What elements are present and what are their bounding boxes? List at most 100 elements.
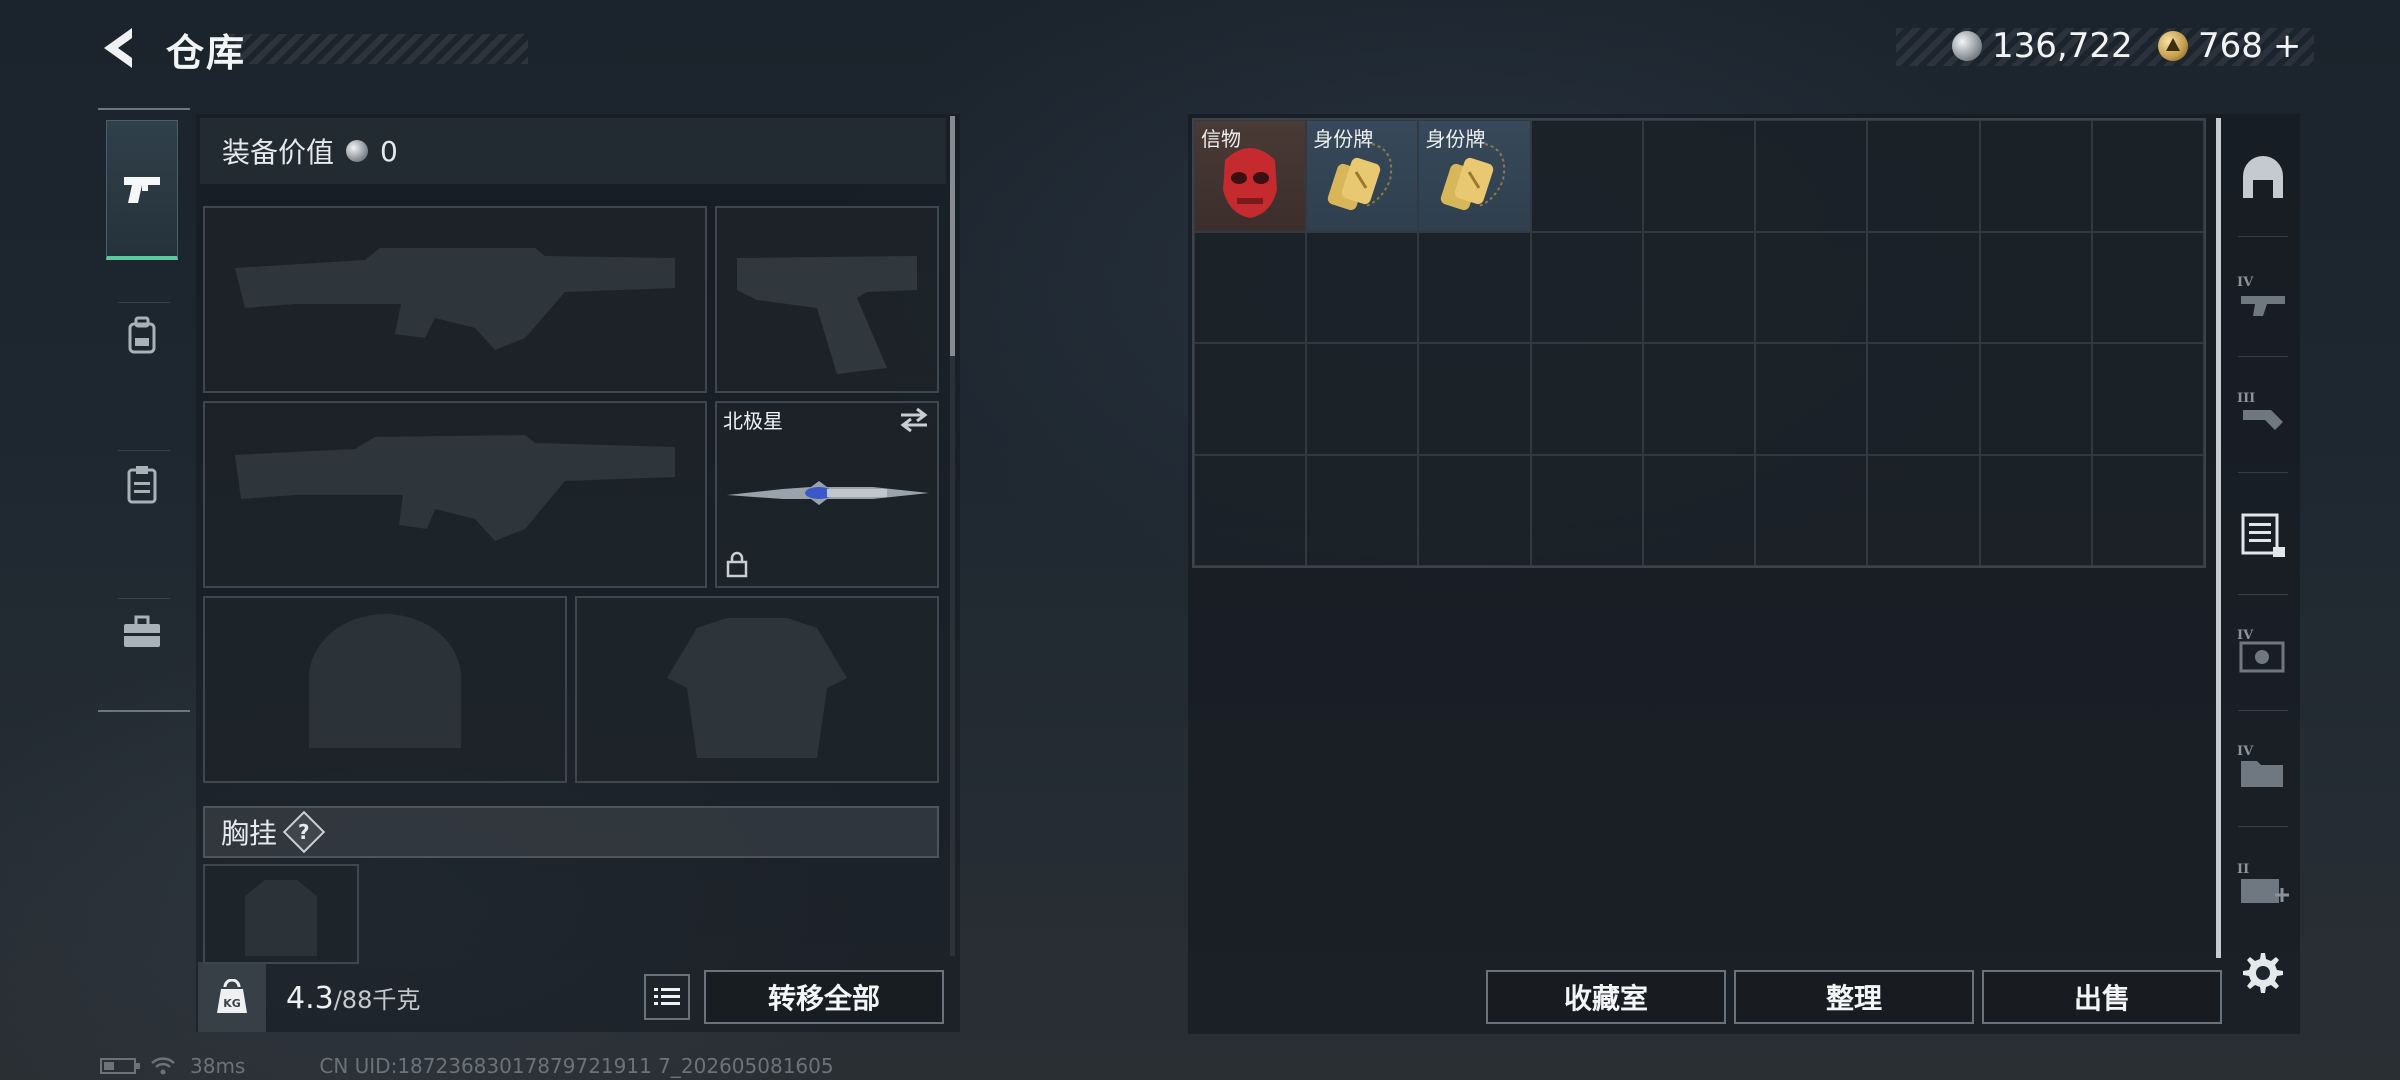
primary-weapon-slot[interactable] <box>203 206 707 393</box>
gun-rack-iv-icon: IV <box>2237 275 2285 316</box>
storage-cell[interactable] <box>2091 120 2204 232</box>
storage-cell[interactable] <box>1755 231 1868 343</box>
storage-cell[interactable] <box>1306 231 1419 343</box>
storage-cell[interactable] <box>1530 231 1643 343</box>
svg-text:IV: IV <box>2237 628 2254 643</box>
gold-coin-icon <box>2158 31 2188 61</box>
folder-iv-icon: IV <box>2237 744 2283 787</box>
storage-item[interactable]: 身份牌 <box>1418 120 1531 232</box>
storage-grid: 信物 身份牌 身份牌 <box>1192 118 2206 568</box>
rail-divider <box>2238 826 2288 827</box>
storage-cell[interactable] <box>1194 231 1307 343</box>
settings-button[interactable] <box>2234 944 2292 1002</box>
storage-cell[interactable] <box>1418 343 1531 455</box>
storage-cell[interactable] <box>1530 120 1643 232</box>
help-icon[interactable]: ? <box>282 810 326 854</box>
storage-cell[interactable] <box>1306 343 1419 455</box>
storage-cell[interactable] <box>1306 454 1419 566</box>
category-tab-tools[interactable]: III <box>2234 384 2292 442</box>
list-view-button[interactable] <box>644 974 690 1020</box>
silver-coin-icon <box>346 140 369 162</box>
category-tab-documents[interactable] <box>2234 506 2292 564</box>
carry-weight: 4.3/88千克 <box>286 980 420 1016</box>
helmet-slot[interactable] <box>203 596 567 783</box>
secondary-weapon-slot[interactable] <box>203 401 707 588</box>
storage-cell[interactable] <box>1530 454 1643 566</box>
sort-button[interactable]: 整理 <box>1734 970 1974 1024</box>
tab-backpack[interactable] <box>106 266 178 406</box>
svg-text:IV: IV <box>2237 744 2254 759</box>
swap-icon[interactable] <box>899 407 929 437</box>
storage-cell[interactable] <box>1642 454 1756 566</box>
svg-text:III: III <box>2237 391 2255 406</box>
storage-cell[interactable] <box>2091 231 2204 343</box>
storage-cell[interactable] <box>1642 343 1756 455</box>
storage-cell[interactable] <box>1194 454 1307 566</box>
category-tab-medical[interactable]: II <box>2234 856 2292 914</box>
tab-weapons[interactable] <box>106 120 178 260</box>
storage-cell[interactable] <box>1867 454 1980 566</box>
sell-button[interactable]: 出售 <box>1982 970 2222 1024</box>
weight-value: 4.3 <box>286 981 334 1016</box>
storage-cell[interactable] <box>2091 454 2204 566</box>
storage-scrollbar[interactable] <box>2216 118 2221 958</box>
hand-tool-iii-icon: III <box>2237 391 2283 430</box>
category-tab-workshop[interactable]: IV <box>2234 622 2292 680</box>
gear-icon <box>2243 953 2283 993</box>
storage-cell[interactable] <box>1979 343 2092 455</box>
gear-workshop-iv-icon: IV <box>2237 628 2285 673</box>
gold-amount: 768 <box>2198 26 2263 66</box>
add-currency-icon[interactable]: + <box>2273 26 2302 66</box>
storage-item[interactable]: 身份牌 <box>1306 120 1419 232</box>
storage-cell[interactable] <box>1979 454 2092 566</box>
back-arrow-icon <box>104 28 132 68</box>
armor-slot[interactable] <box>575 596 939 783</box>
transfer-all-button[interactable]: 转移全部 <box>704 970 944 1024</box>
back-button[interactable] <box>96 24 142 72</box>
equipment-tab-rail <box>98 108 190 712</box>
red-skull-mask-icon <box>1215 140 1285 224</box>
storage-cell[interactable] <box>1867 343 1980 455</box>
storage-cell[interactable] <box>1755 454 1868 566</box>
storage-cell[interactable] <box>1867 231 1980 343</box>
tab-clipboard[interactable] <box>106 414 178 554</box>
weight-capacity: /88千克 <box>333 986 421 1014</box>
gold-dog-tag-icon <box>1435 140 1515 224</box>
storage-cell[interactable] <box>1418 454 1531 566</box>
storage-item[interactable]: 信物 <box>1194 120 1307 232</box>
storage-cell[interactable] <box>1979 120 2092 232</box>
wifi-icon <box>151 1057 175 1075</box>
helmet-silhouette-icon <box>309 614 461 748</box>
medkit-ii-icon: II <box>2237 862 2289 903</box>
weight-kg-icon: KG <box>217 979 247 1013</box>
storage-cell[interactable] <box>1979 231 2092 343</box>
ping-value: 38ms <box>190 1054 246 1078</box>
page-title: 仓库 <box>166 31 247 75</box>
storage-cell[interactable] <box>1755 120 1868 232</box>
storage-category-rail: IV III IV IV II <box>2228 118 2298 998</box>
rail-divider <box>2238 472 2288 473</box>
category-tab-weapons[interactable]: IV <box>2234 268 2292 326</box>
storage-cell[interactable] <box>1194 343 1307 455</box>
storage-cell[interactable] <box>1530 343 1643 455</box>
gold-currency[interactable]: 768 + <box>2158 26 2301 66</box>
polaris-knife-icon <box>727 481 929 505</box>
storage-cell[interactable] <box>1867 120 1980 232</box>
tab-case[interactable] <box>106 562 178 702</box>
collection-room-button[interactable]: 收藏室 <box>1486 970 1726 1024</box>
weight-icon-box: KG <box>198 962 266 1032</box>
storage-cell[interactable] <box>1642 120 1756 232</box>
pistol-slot[interactable] <box>715 206 939 393</box>
storage-cell[interactable] <box>1642 231 1756 343</box>
title-hatch-decoration <box>228 34 528 64</box>
storage-cell[interactable] <box>1418 231 1531 343</box>
rail-divider <box>2238 594 2288 595</box>
melee-slot[interactable]: 北极星 <box>715 401 939 588</box>
chest-rig-slot[interactable] <box>203 864 359 964</box>
storage-cell[interactable] <box>2091 343 2204 455</box>
category-tab-files[interactable]: IV <box>2234 738 2292 796</box>
equipment-value-label: 装备价值 <box>222 136 335 169</box>
storage-cell[interactable] <box>1755 343 1868 455</box>
category-tab-gear[interactable] <box>2234 148 2292 206</box>
equipment-scroll-thumb[interactable] <box>950 116 955 356</box>
